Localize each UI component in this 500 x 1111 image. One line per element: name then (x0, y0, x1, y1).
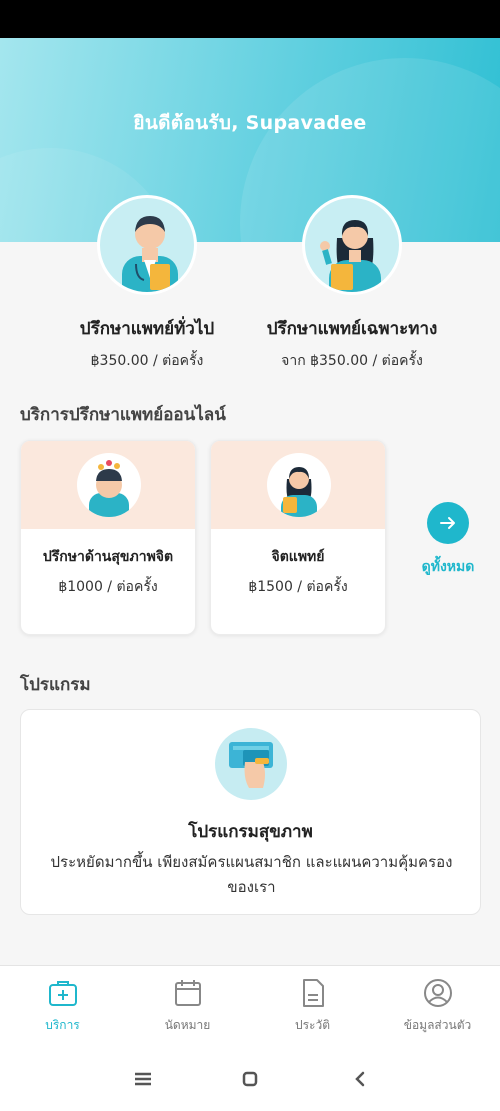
general-consult-price: ฿350.00 / ต่อครั้ง (90, 353, 204, 369)
membership-card-icon (215, 728, 287, 800)
psychiatrist-card-price: ฿1500 / ต่อครั้ง (248, 579, 348, 595)
see-all-button[interactable]: ดูทั้งหมด (416, 502, 480, 578)
back-icon[interactable] (345, 1069, 375, 1089)
mental-health-card-title: ปรึกษาด้านสุขภาพจิต (42, 549, 174, 565)
mental-health-card-price: ฿1000 / ต่อครั้ง (58, 579, 158, 595)
bottom-navigation: บริการ นัดหมาย ประวัติ ข้อมูลส่วนตัว (0, 965, 500, 1045)
male-doctor-illustration (97, 195, 197, 295)
welcome-text: ยินดีต้อนรับ, Supavadee (133, 112, 367, 134)
general-consult-option[interactable]: ปรึกษาแพทย์ทั่วไป ฿350.00 / ต่อครั้ง (32, 195, 262, 372)
program-description: ประหยัดมากขึ้น เพียงสมัครแผนสมาชิก และแผ… (50, 853, 453, 896)
mental-health-card[interactable]: ปรึกษาด้านสุขภาพจิต ฿1000 / ต่อครั้ง (20, 440, 196, 635)
system-navigation-bar (0, 1045, 500, 1111)
psychiatrist-icon (267, 453, 331, 517)
psychiatrist-card[interactable]: จิตแพทย์ ฿1500 / ต่อครั้ง (210, 440, 386, 635)
home-icon[interactable] (235, 1069, 265, 1089)
nav-item-services[interactable]: บริการ (0, 976, 125, 1035)
specialist-consult-price: จาก ฿350.00 / ต่อครั้ง (281, 353, 423, 369)
nav-item-history[interactable]: ประวัติ (250, 976, 375, 1035)
mental-health-icon (77, 453, 141, 517)
recent-apps-icon[interactable] (128, 1069, 158, 1089)
specialist-consult-title: ปรึกษาแพทย์เฉพาะทาง (266, 319, 438, 339)
nav-label-services: บริการ (45, 1018, 80, 1032)
nav-label-history: ประวัติ (294, 1018, 331, 1032)
programs-heading: โปรแกรม (20, 675, 91, 695)
app-screen: ยินดีต้อนรับ, Supavadee ปรึกษาแพทย์ทั่วไ… (0, 0, 500, 1111)
nav-label-profile: ข้อมูลส่วนตัว (403, 1018, 472, 1032)
calendar-icon (171, 976, 205, 1010)
status-bar (0, 0, 500, 38)
psychiatrist-card-title: จิตแพทย์ (271, 549, 325, 565)
user-circle-icon (421, 976, 455, 1010)
nav-label-appointments: นัดหมาย (164, 1018, 211, 1032)
general-consult-title: ปรึกษาแพทย์ทั่วไป (79, 319, 215, 339)
health-program-card[interactable]: โปรแกรมสุขภาพ ประหยัดมากขึ้น เพียงสมัครแ… (20, 709, 481, 915)
specialist-consult-option[interactable]: ปรึกษาแพทย์เฉพาะทาง จาก ฿350.00 / ต่อครั… (237, 195, 467, 372)
nav-item-profile[interactable]: ข้อมูลส่วนตัว (375, 976, 500, 1035)
female-doctor-illustration (302, 195, 402, 295)
medical-bag-icon (46, 976, 80, 1010)
program-title: โปรแกรมสุขภาพ (188, 822, 313, 842)
see-all-label[interactable]: ดูทั้งหมด (416, 556, 480, 578)
nav-item-appointments[interactable]: นัดหมาย (125, 976, 250, 1035)
document-icon (296, 976, 330, 1010)
online-services-heading: บริการปรึกษาแพทย์ออนไลน์ (20, 405, 226, 425)
arrow-right-icon[interactable] (427, 502, 469, 544)
